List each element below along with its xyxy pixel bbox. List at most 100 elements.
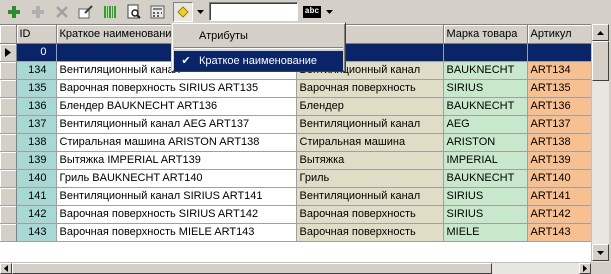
cell-brand[interactable] (443, 43, 528, 62)
cell-name[interactable]: Блендер BAUKNECHT ART136 (56, 97, 297, 116)
preview-icon (127, 4, 141, 19)
row-indicator (0, 79, 17, 98)
cell-category[interactable]: Вентиляционный канал (296, 115, 444, 134)
column-header-brand[interactable]: Марка товара (443, 25, 528, 44)
cell-name[interactable]: Варочная поверхность MIELE ART143 (56, 223, 297, 242)
cell-article[interactable]: ART135 (527, 79, 591, 98)
add-child-button[interactable] (28, 2, 48, 22)
menu-separator (174, 47, 343, 49)
menu-item-attributes[interactable]: Атрибуты (174, 26, 343, 46)
cell-article[interactable]: ART138 (527, 133, 591, 152)
cell-name[interactable]: Гриль BAUKNECHT ART140 (56, 169, 297, 188)
cell-category[interactable]: Блендер (296, 97, 444, 116)
horizontal-scrollbar[interactable] (0, 262, 591, 274)
cell-id[interactable]: 0 (16, 43, 57, 62)
add-child-icon (32, 6, 44, 18)
cell-brand[interactable]: ARISTON (443, 133, 528, 152)
cell-name[interactable]: Стиральная машина ARISTON ART138 (56, 133, 297, 152)
table-row[interactable]: 140 Гриль BAUKNECHT ART140 Гриль BAUKNECHT A… (0, 169, 591, 188)
cell-brand[interactable]: MIELE (443, 223, 528, 242)
vertical-scroll-thumb[interactable] (592, 41, 609, 81)
cell-name[interactable]: Вентиляционный канал AEG ART137 (56, 115, 297, 134)
table-row[interactable]: 138 Стиральная машина ARISTON ART138 Стира… (0, 133, 591, 152)
cell-article[interactable]: ART143 (527, 223, 591, 242)
cell-category[interactable]: Варочная поверхность (296, 205, 444, 224)
cell-id[interactable]: 139 (16, 151, 57, 170)
cell-name[interactable]: Варочная поверхность SIRIUS ART135 (56, 79, 297, 98)
cell-article[interactable]: ART136 (527, 97, 591, 116)
cell-brand[interactable]: SIRIUS (443, 79, 528, 98)
cell-article[interactable]: ART134 (527, 61, 591, 80)
table-row[interactable]: 135 Варочная поверхность SIRIUS ART135 Вар… (0, 79, 591, 98)
edit-icon (78, 5, 93, 19)
table-row[interactable]: 139 Вытяжка IMPERIAL ART139 Вытяжка IMPERIA… (0, 151, 591, 170)
menu-item-label: Краткое наименование (199, 55, 318, 67)
filter-button[interactable] (173, 2, 193, 22)
horizontal-scroll-thumb[interactable] (12, 263, 492, 274)
scroll-left-button[interactable] (0, 263, 12, 274)
cell-article[interactable] (527, 43, 591, 62)
cell-article[interactable]: ART140 (527, 169, 591, 188)
cell-name[interactable]: Вентиляционный канал SIRIUS ART141 (56, 187, 297, 206)
cell-id[interactable]: 138 (16, 133, 57, 152)
edit-button[interactable] (76, 2, 96, 22)
filter-dropdown-button[interactable] (194, 2, 206, 22)
cell-id[interactable]: 134 (16, 61, 57, 80)
cell-id[interactable]: 137 (16, 115, 57, 134)
cell-article[interactable]: ART141 (527, 187, 591, 206)
chevron-down-icon (325, 10, 333, 14)
row-indicator (0, 61, 17, 80)
cell-id[interactable]: 136 (16, 97, 57, 116)
cell-category[interactable]: Вытяжка (296, 151, 444, 170)
cell-brand[interactable]: BAUKNECHT (443, 61, 528, 80)
add-button[interactable] (4, 2, 24, 22)
table-row[interactable]: 137 Вентиляционный канал AEG ART137 Вентил… (0, 115, 591, 134)
cell-id[interactable]: 143 (16, 223, 57, 242)
row-indicator (0, 115, 17, 134)
cell-category[interactable]: Варочная поверхность (296, 223, 444, 242)
cell-brand[interactable]: IMPERIAL (443, 151, 528, 170)
cell-category[interactable]: Варочная поверхность (296, 79, 444, 98)
delete-button[interactable] (52, 2, 72, 22)
cell-brand[interactable]: BAUKNECHT (443, 97, 528, 116)
table-row[interactable]: 142 Варочная поверхность SIRIUS ART142 Вар… (0, 205, 591, 224)
cell-brand[interactable]: SIRIUS (443, 187, 528, 206)
filter-mode-menu: Атрибуты ✔ Краткое наименование (171, 22, 346, 72)
cell-id[interactable]: 141 (16, 187, 57, 206)
scroll-right-button[interactable] (579, 263, 591, 274)
vertical-scrollbar[interactable] (591, 24, 609, 262)
cell-brand[interactable]: SIRIUS (443, 205, 528, 224)
table-row[interactable]: 141 Вентиляционный канал SIRIUS ART141 Вен… (0, 187, 591, 206)
add-icon (8, 6, 20, 18)
table-row[interactable]: 143 Варочная поверхность MIELE ART143 Варо… (0, 223, 591, 242)
row-indicator (0, 169, 17, 188)
column-header-article[interactable]: Артикул (527, 25, 591, 44)
search-input[interactable] (209, 2, 298, 21)
cell-article[interactable]: ART139 (527, 151, 591, 170)
cell-id[interactable]: 142 (16, 205, 57, 224)
preview-button[interactable] (124, 2, 144, 22)
cell-brand[interactable]: BAUKNECHT (443, 169, 528, 188)
cell-article[interactable]: ART137 (527, 115, 591, 134)
spellcheck-button[interactable]: abc (302, 3, 322, 20)
table-row[interactable]: 136 Блендер BAUKNECHT ART136 Блендер BAUKNE… (0, 97, 591, 116)
chevron-right-icon (583, 265, 587, 272)
spellcheck-dropdown-button[interactable] (324, 2, 334, 22)
scroll-up-button[interactable] (592, 24, 609, 41)
cell-category[interactable]: Стиральная машина (296, 133, 444, 152)
cell-name[interactable]: Вытяжка IMPERIAL ART139 (56, 151, 297, 170)
scroll-down-button[interactable] (592, 244, 609, 261)
cell-brand[interactable]: AEG (443, 115, 528, 134)
row-indicator (0, 133, 17, 152)
cell-id[interactable]: 135 (16, 79, 57, 98)
calculator-button[interactable] (148, 2, 168, 22)
barcode-button[interactable] (100, 2, 120, 22)
cell-id[interactable]: 140 (16, 169, 57, 188)
cell-article[interactable]: ART142 (527, 205, 591, 224)
abc-icon: abc (302, 5, 322, 18)
cell-name[interactable]: Варочная поверхность SIRIUS ART142 (56, 205, 297, 224)
cell-category[interactable]: Гриль (296, 169, 444, 188)
cell-category[interactable]: Вентиляционный канал (296, 187, 444, 206)
menu-item-short-name[interactable]: ✔ Краткое наименование (174, 51, 343, 71)
column-header-id[interactable]: ID (16, 25, 57, 44)
